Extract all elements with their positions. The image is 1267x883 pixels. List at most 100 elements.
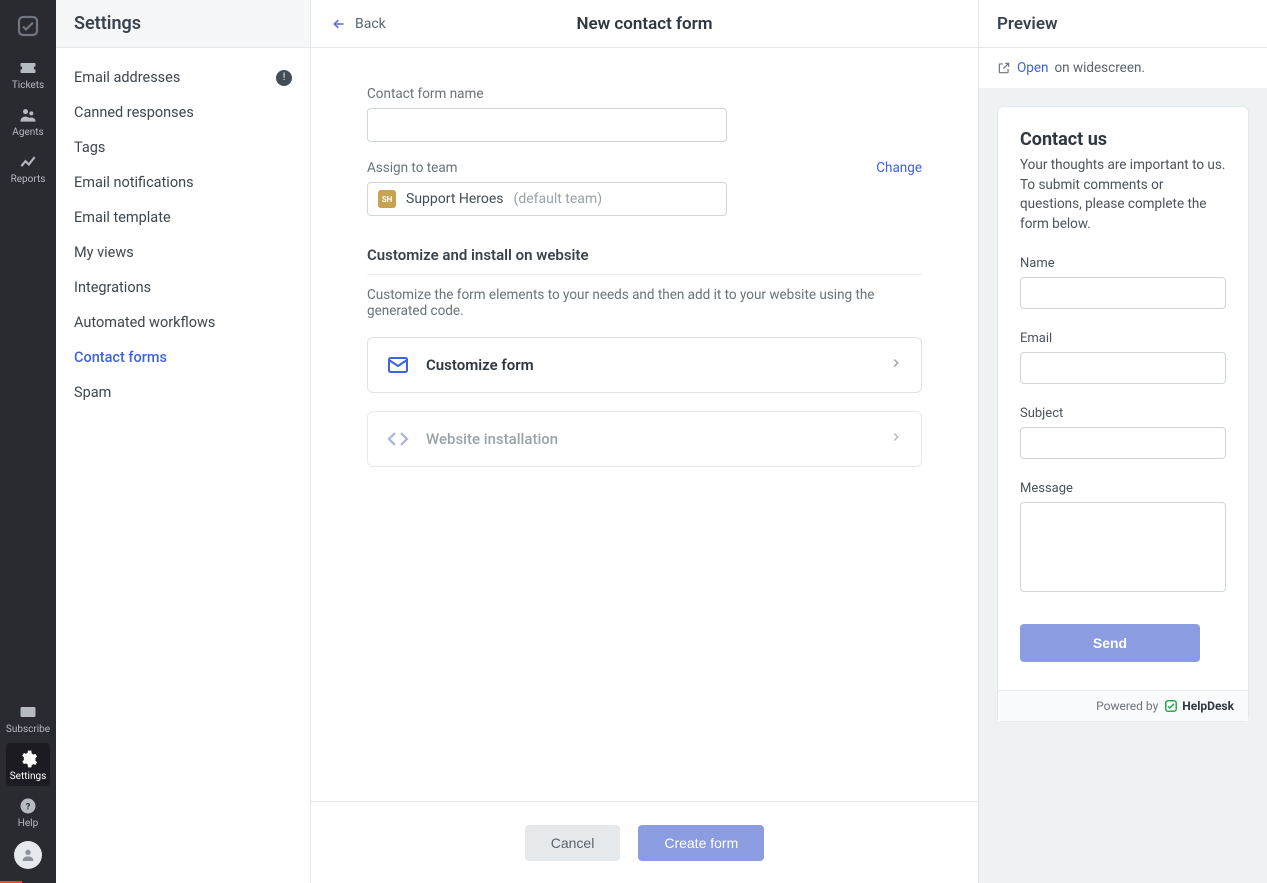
sidebar-item-label: Tags — [74, 139, 105, 156]
sidebar-item-spam[interactable]: Spam — [56, 375, 310, 410]
sidebar-item-my-views[interactable]: My views — [56, 235, 310, 270]
preview-column: Preview Open on widescreen. Contact us Y… — [979, 0, 1267, 883]
sidebar-item-label: Spam — [74, 384, 111, 401]
sidebar-item-label: Email addresses — [74, 69, 180, 86]
app-logo-icon — [16, 14, 40, 38]
rail-item-subscribe[interactable]: Subscribe — [0, 696, 56, 739]
open-widescreen-link[interactable]: Open — [1017, 60, 1048, 76]
sidebar-item-label: Canned responses — [74, 104, 194, 121]
sidebar-item-label: My views — [74, 244, 134, 261]
chevron-right-icon — [889, 430, 903, 448]
rail-item-label: Subscribe — [6, 724, 50, 735]
main-body: Contact form name Assign to team Change … — [311, 48, 978, 801]
sidebar-item-label: Contact forms — [74, 349, 167, 366]
left-rail: Tickets Agents Reports Subscribe Setting… — [0, 0, 56, 883]
preview-send-button[interactable]: Send — [1020, 624, 1200, 662]
preview-field-name: Name — [1020, 256, 1226, 309]
preview-field-label: Email — [1020, 331, 1226, 346]
helpdesk-brand[interactable]: HelpDesk — [1164, 699, 1234, 713]
change-team-link[interactable]: Change — [876, 160, 922, 176]
form-name-label: Contact form name — [367, 86, 922, 102]
team-name: Support Heroes — [406, 191, 504, 207]
ticket-icon — [18, 58, 38, 78]
team-chip-icon: SH — [378, 190, 396, 208]
team-suffix: (default team) — [514, 191, 603, 207]
assigned-team-box: SH Support Heroes (default team) — [367, 182, 727, 216]
assign-team-label: Assign to team — [367, 160, 458, 176]
preview-field-label: Name — [1020, 256, 1226, 271]
open-widescreen-row: Open on widescreen. — [979, 48, 1267, 88]
sidebar-item-email-template[interactable]: Email template — [56, 200, 310, 235]
rail-item-settings[interactable]: Settings — [6, 743, 50, 786]
preview-field-email: Email — [1020, 331, 1226, 384]
rail-item-label: Help — [18, 818, 38, 829]
chevron-right-icon — [889, 356, 903, 374]
preview-field-subject: Subject — [1020, 406, 1226, 459]
rail-item-tickets[interactable]: Tickets — [0, 52, 56, 95]
settings-sidebar: Settings Email addresses ! Canned respon… — [56, 0, 311, 883]
sidebar-item-email-addresses[interactable]: Email addresses ! — [56, 60, 310, 95]
website-installation-card[interactable]: Website installation — [367, 411, 922, 467]
sidebar-item-label: Email template — [74, 209, 171, 226]
sidebar-item-canned-responses[interactable]: Canned responses — [56, 95, 310, 130]
preview-form-subtitle: Your thoughts are important to us. To su… — [1020, 156, 1226, 234]
preview-title: Preview — [979, 0, 1267, 48]
preview-name-input[interactable] — [1020, 277, 1226, 309]
sidebar-item-label: Integrations — [74, 279, 151, 296]
main-topbar: Back New contact form — [311, 0, 978, 48]
preview-field-label: Message — [1020, 481, 1226, 496]
subscribe-icon — [18, 702, 38, 722]
alert-badge-icon: ! — [276, 70, 292, 86]
sidebar-item-email-notifications[interactable]: Email notifications — [56, 165, 310, 200]
avatar-icon — [20, 847, 36, 863]
rail-item-help[interactable]: ? Help — [0, 790, 56, 833]
arrow-left-icon — [331, 16, 347, 32]
cancel-button[interactable]: Cancel — [525, 825, 621, 861]
card-label: Website installation — [426, 430, 889, 448]
rail-item-label: Reports — [11, 174, 46, 185]
sidebar-item-label: Automated workflows — [74, 314, 215, 331]
customize-form-card[interactable]: Customize form — [367, 337, 922, 393]
preview-form-title: Contact us — [1020, 129, 1226, 150]
external-link-icon — [997, 61, 1011, 75]
customize-section-title: Customize and install on website — [367, 246, 922, 275]
gear-icon — [18, 749, 38, 769]
sidebar-item-contact-forms[interactable]: Contact forms — [56, 340, 310, 375]
sidebar-item-label: Email notifications — [74, 174, 194, 191]
customize-section-desc: Customize the form elements to your need… — [367, 287, 922, 319]
rail-item-agents[interactable]: Agents — [0, 99, 56, 142]
help-icon: ? — [18, 796, 38, 816]
form-name-input[interactable] — [367, 108, 727, 142]
brand-name: HelpDesk — [1182, 699, 1234, 713]
preview-powered-by: Powered by HelpDesk — [998, 690, 1248, 721]
rail-item-label: Settings — [10, 771, 47, 782]
user-avatar[interactable] — [14, 841, 42, 869]
preview-form-card: Contact us Your thoughts are important t… — [997, 106, 1249, 722]
preview-field-message: Message — [1020, 481, 1226, 596]
back-button[interactable]: Back — [331, 16, 386, 32]
svg-text:?: ? — [26, 802, 31, 812]
back-label: Back — [355, 16, 386, 32]
preview-email-input[interactable] — [1020, 352, 1226, 384]
preview-subject-input[interactable] — [1020, 427, 1226, 459]
envelope-icon — [386, 353, 414, 377]
powered-by-label: Powered by — [1096, 699, 1158, 713]
reports-icon — [18, 152, 38, 172]
sidebar-item-tags[interactable]: Tags — [56, 130, 310, 165]
agents-icon — [18, 105, 38, 125]
create-form-button[interactable]: Create form — [638, 825, 764, 861]
rail-item-label: Tickets — [12, 80, 44, 91]
sidebar-item-automated-workflows[interactable]: Automated workflows — [56, 305, 310, 340]
settings-nav: Email addresses ! Canned responses Tags … — [56, 48, 310, 883]
preview-message-textarea[interactable] — [1020, 502, 1226, 592]
form-footer: Cancel Create form — [311, 801, 978, 883]
open-widescreen-suffix: on widescreen. — [1054, 60, 1145, 76]
rail-item-label: Agents — [12, 127, 43, 138]
main-column: Back New contact form Contact form name … — [311, 0, 979, 883]
page-title: New contact form — [576, 14, 712, 34]
sidebar-item-integrations[interactable]: Integrations — [56, 270, 310, 305]
helpdesk-logo-icon — [1164, 699, 1178, 713]
rail-item-reports[interactable]: Reports — [0, 146, 56, 189]
sidebar-title: Settings — [56, 0, 310, 48]
code-icon — [386, 427, 414, 451]
